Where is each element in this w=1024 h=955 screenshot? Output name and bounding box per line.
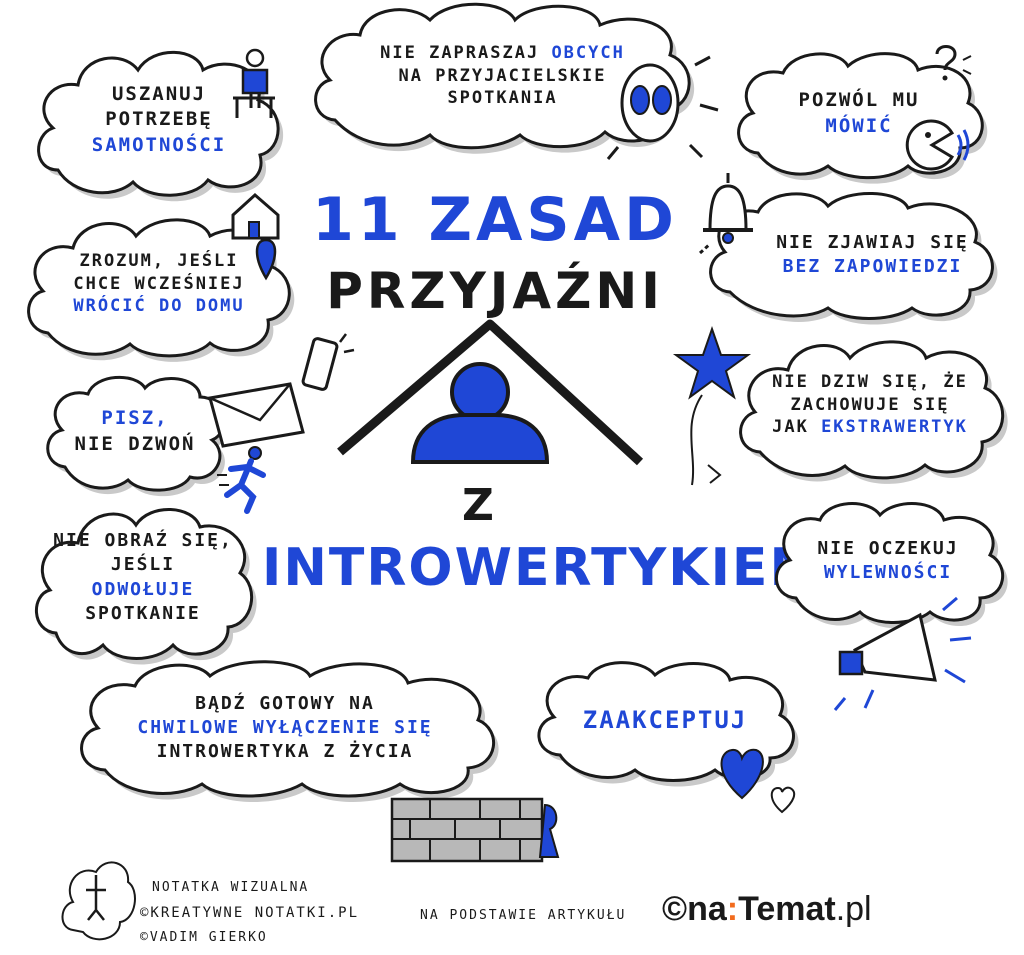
rule-line-text: WYLEWNOŚCI	[823, 562, 953, 583]
rule-line: SPOTKANIE	[85, 602, 201, 626]
heart-icon	[720, 748, 796, 814]
rule-line-highlight: EKSTRAWERTYK	[808, 417, 968, 438]
cloud-rule-switch-off: BĄDŹ GOTOWY NA CHWILOWE WYŁĄCZENIE SIĘ INT…	[70, 658, 500, 802]
rule-line-text: MÓWIĆ	[825, 115, 893, 137]
footer-author: ©VADIM GIERKO	[140, 930, 268, 945]
rule-line-text: ZAAKCEPTUJ	[582, 705, 748, 734]
rule-line-text: NIE OBRAŹ SIĘ,	[53, 529, 233, 551]
footer-site: ©KREATYWNE NOTATKI.PL	[140, 905, 360, 921]
rule-line-text: PISZ,	[101, 407, 169, 430]
rule-line-text: USZANUJ	[111, 82, 207, 105]
rule-line: NIE DZIW SIĘ, ŻE	[772, 371, 968, 394]
natemat-colon: :	[726, 890, 739, 928]
person-silhouette-icon	[410, 362, 550, 464]
rule-line: ZROZUM, JEŚLI	[79, 250, 238, 273]
rule-line-text: NIE OCZEKUJ	[817, 537, 959, 559]
rule-line: POZWÓL MU	[799, 88, 920, 114]
rule-line-text: NIE ZAPRASZAJ	[380, 42, 540, 63]
rule-line: WYLEWNOŚCI	[824, 561, 952, 585]
rule-line-text: BĄDŹ GOTOWY NA	[195, 692, 375, 714]
rule-line: JEŚLI	[111, 553, 175, 577]
rule-write-text: PISZ, NIE DZWOŃ	[40, 372, 230, 492]
natemat-temat: Temat	[738, 890, 836, 928]
rule-line: USZANUJ	[112, 82, 206, 108]
bell-icon	[698, 173, 753, 255]
star-icon	[672, 325, 752, 486]
rule-line: ODWOŁUJE	[92, 578, 195, 602]
rule-line-text: INTROWERTYKA Z ŻYCIA	[156, 741, 414, 763]
rule-line-text: POTRZEBĘ	[105, 108, 213, 131]
rule-line-text: NIE ZJAWIAJ SIĘ	[776, 231, 969, 253]
rule-line: BĄDŹ GOTOWY NA	[195, 692, 375, 716]
rule-line: MÓWIĆ	[825, 114, 892, 140]
rule-line: NIE ZJAWIAJ SIĘ	[776, 231, 969, 255]
title-line-4: INTROWERTYKIEM.	[262, 538, 845, 598]
natemat-copyright: ©	[662, 890, 688, 928]
rule-solitude-text: USZANUJ POTRZEBĘ SAMOTNOŚCI	[28, 40, 330, 200]
rule-line-text: SAMOTNOŚCI	[91, 133, 227, 156]
logo-icon	[61, 861, 136, 941]
rule-line: CHCE WCZEŚNIEJ	[73, 273, 244, 296]
rule-line-text: POZWÓL MU	[798, 89, 920, 112]
rule-line-text: CHWILOWE WYŁĄCZENIE SIĘ	[137, 716, 433, 738]
rule-line-text: NIE DZWOŃ	[74, 433, 196, 455]
cloud-rule-extrovert: NIE DZIW SIĘ, ŻE ZACHOWUJE SIĘ JAK EKSTRAW…	[730, 330, 1010, 484]
rule-line-text: ODWOŁUJE	[91, 578, 195, 600]
running-person-icon	[217, 446, 266, 514]
rule-line-text: WRÓCIĆ DO DOMU	[73, 296, 245, 317]
rule-line-text: JAK	[772, 417, 809, 438]
rule-line: SPOTKANIA	[447, 87, 557, 110]
rule-let-talk-text: POZWÓL MU MÓWIĆ	[728, 48, 1024, 180]
footer-source-label: NA PODSTAWIE ARTYKUŁU	[420, 908, 627, 923]
question-icon	[935, 45, 972, 81]
rule-line-text: JEŚLI	[110, 554, 176, 576]
rule-line-text: SPOTKANIE	[85, 602, 201, 624]
rule-line-text: ZACHOWUJE SIĘ	[790, 394, 950, 415]
house-pin-icon	[231, 192, 280, 281]
rule-line: POTRZEBĘ	[105, 107, 213, 133]
rule-line-text: NIE DZIW SIĘ, ŻE	[772, 371, 968, 392]
rule-cancel-text: NIE OBRAŹ SIĘ, JEŚLI ODWOŁUJE SPOTKANIE	[28, 495, 258, 660]
envelope-icon	[208, 382, 305, 448]
natemat-logo: ©na:Temat.pl	[662, 890, 872, 929]
footer-note: NOTATKA WIZUALNA	[152, 880, 310, 895]
cloud-rule-cancel: NIE OBRAŹ SIĘ, JEŚLI ODWOŁUJE SPOTKANIE	[28, 495, 258, 665]
rule-line: PISZ,	[101, 406, 168, 432]
rule-line: NIE OCZEKUJ	[817, 537, 958, 561]
rule-switch-off-text: BĄDŹ GOTOWY NA CHWILOWE WYŁĄCZENIE SIĘ INT…	[70, 658, 500, 798]
rule-line: BEZ ZAPOWIEDZI	[783, 255, 963, 279]
natemat-tld: .pl	[835, 890, 872, 928]
rule-extrovert-text: NIE DZIW SIĘ, ŻE ZACHOWUJE SIĘ JAK EKSTRAW…	[730, 330, 1010, 480]
natemat-na: na	[687, 890, 727, 928]
rule-line: ZACHOWUJE SIĘ	[790, 394, 949, 417]
rule-line: NIE OBRAŹ SIĘ,	[53, 529, 233, 553]
rule-line: WRÓCIĆ DO DOMU	[73, 295, 244, 318]
chair-person-icon	[233, 48, 275, 118]
rule-line: ZAAKCEPTUJ	[583, 704, 748, 736]
rule-line-text: NA PRZYJACIELSKIE	[398, 65, 607, 86]
rule-line-text: BEZ ZAPOWIEDZI	[782, 256, 963, 277]
alien-icon	[606, 55, 719, 160]
cloud-rule-write: PISZ, NIE DZWOŃ	[40, 372, 230, 497]
rule-line: INTROWERTYKA Z ŻYCIA	[157, 740, 414, 764]
title-line-1: 11 ZASAD	[312, 185, 678, 255]
rule-line: NIE DZWOŃ	[75, 432, 196, 458]
megaphone-icon	[833, 596, 972, 711]
pacman-speaker-icon	[905, 119, 970, 171]
brick-wall-icon	[390, 797, 560, 863]
rule-line-text: ZROZUM, JEŚLI	[79, 250, 239, 271]
rule-line: JAK EKSTRAWERTYK	[772, 416, 968, 439]
rule-line-text: CHCE WCZEŚNIEJ	[73, 273, 245, 294]
rule-line: CHWILOWE WYŁĄCZENIE SIĘ	[137, 716, 432, 740]
rule-line: SAMOTNOŚCI	[92, 133, 226, 159]
title-line-3: Z	[462, 480, 498, 531]
rule-line-text: SPOTKANIA	[447, 88, 558, 109]
rule-line: NIE ZAPRASZAJ OBCYCH	[380, 42, 625, 65]
rule-line: NA PRZYJACIELSKIE	[399, 65, 607, 88]
sketchnote-canvas: 11 ZASAD PRZYJAŹNI Z INTROWERTYKIEM. USZ…	[0, 0, 1024, 955]
